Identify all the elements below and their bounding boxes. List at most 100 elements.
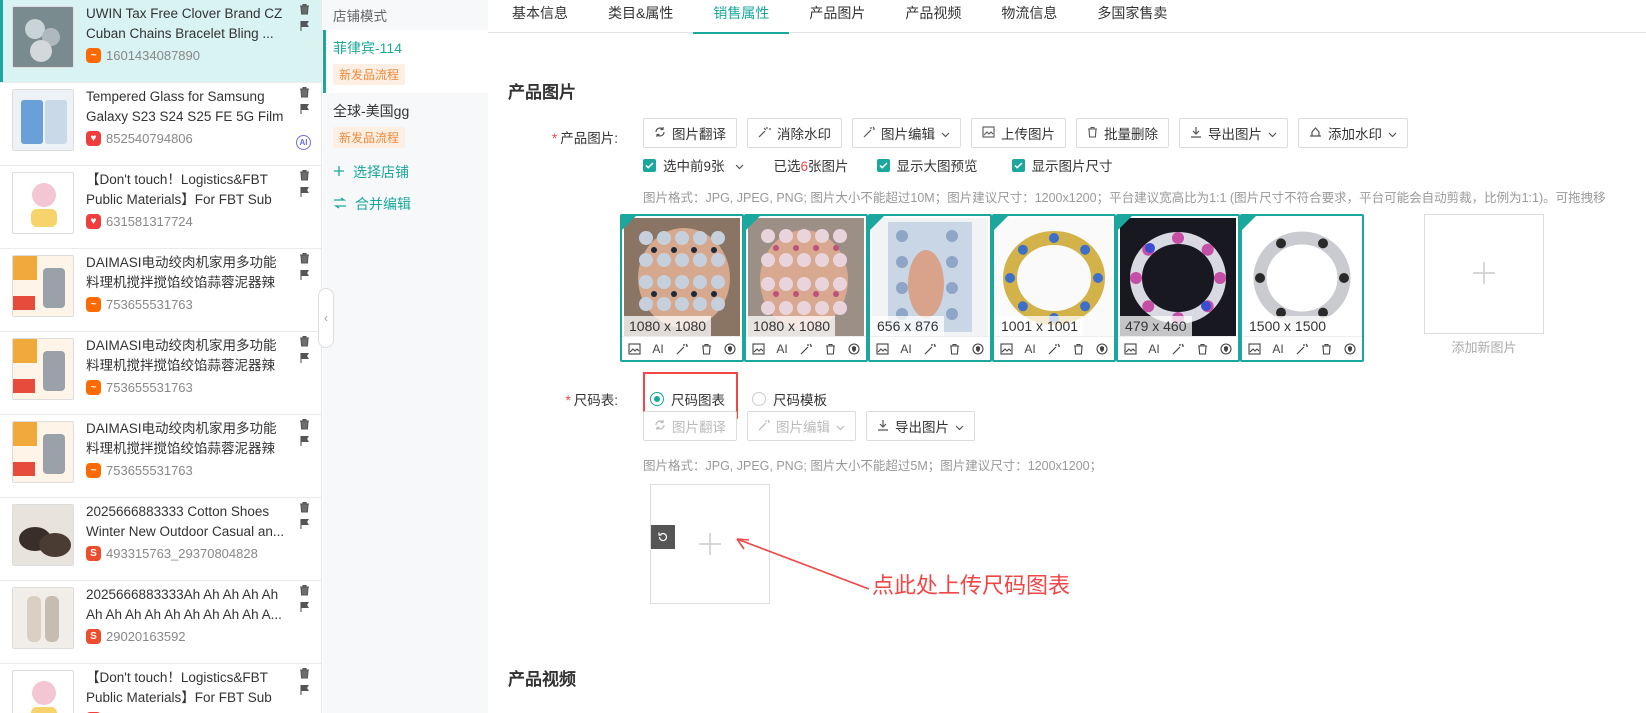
flag-icon[interactable] — [297, 102, 311, 116]
shield-icon[interactable] — [1216, 339, 1236, 359]
trash-icon[interactable] — [696, 339, 716, 359]
trash-icon[interactable] — [1068, 339, 1088, 359]
product-image-card[interactable]: 1080 x 1080 AI — [620, 214, 744, 362]
select-first-checkbox[interactable] — [643, 158, 656, 172]
tab-item[interactable]: 产品视频 — [885, 0, 981, 33]
product-thumbnail — [12, 587, 74, 649]
ai-icon[interactable]: AI — [1144, 339, 1164, 359]
image-toolbar-button[interactable]: 消除水印 — [747, 118, 842, 148]
product-image-card[interactable]: 1001 x 1001 AI — [992, 214, 1116, 362]
tab-item[interactable]: 基本信息 — [492, 0, 588, 33]
show-image-size-label[interactable]: 显示图片尺寸 — [1032, 155, 1113, 175]
show-large-preview-label[interactable]: 显示大图预览 — [897, 155, 978, 175]
size-translate-button[interactable]: 图片翻译 — [643, 411, 737, 441]
image-edit-icon[interactable] — [996, 339, 1016, 359]
image-toolbar-button[interactable]: 导出图片 — [1179, 118, 1288, 148]
flag-icon[interactable] — [297, 268, 311, 282]
image-toolbar-button[interactable]: 图片编辑 — [852, 118, 961, 148]
image-toolbar-button[interactable]: 上传图片 — [971, 118, 1066, 148]
shield-icon[interactable] — [844, 339, 864, 359]
trash-icon[interactable] — [297, 251, 311, 265]
flag-icon[interactable] — [297, 19, 311, 33]
tab-item[interactable]: 销售属性 — [693, 0, 790, 34]
shield-icon[interactable] — [720, 339, 740, 359]
flag-icon[interactable] — [297, 600, 311, 614]
ai-icon[interactable]: AI — [1268, 339, 1288, 359]
size-template-radio[interactable]: 尺码模板 — [752, 389, 827, 409]
trash-icon[interactable] — [297, 417, 311, 431]
magic-wand-icon[interactable] — [920, 339, 940, 359]
product-list-item[interactable]: DAIMASI电动绞肉机家用多功能料理机搅拌搅馅绞馅蒜蓉泥器辣椒 ~7536555… — [0, 249, 321, 332]
tab-item[interactable]: 多国家售卖 — [1077, 0, 1187, 33]
flag-icon[interactable] — [297, 351, 311, 365]
image-edit-icon[interactable] — [624, 339, 644, 359]
magic-wand-icon[interactable] — [1168, 339, 1188, 359]
trash-icon[interactable] — [297, 334, 311, 348]
image-edit-icon[interactable] — [872, 339, 892, 359]
flag-icon[interactable] — [297, 185, 311, 199]
flag-icon[interactable] — [297, 683, 311, 697]
ai-icon[interactable]: AI — [772, 339, 792, 359]
trash-icon[interactable] — [1192, 339, 1212, 359]
product-list-item[interactable]: Tempered Glass for Samsung Galaxy S23 S2… — [0, 83, 321, 166]
image-toolbar-button[interactable]: 批量删除 — [1076, 118, 1169, 148]
ai-icon[interactable]: AI — [1020, 339, 1040, 359]
product-list-item[interactable]: UWIN Tax Free Clover Brand CZ Cuban Chai… — [0, 0, 321, 83]
product-list-item[interactable]: 【Don't touch！Logistics&FBT Public Materi… — [0, 664, 321, 713]
tab-item[interactable]: 类目&属性 — [588, 0, 693, 33]
size-edit-button[interactable]: 图片编辑 — [747, 411, 856, 441]
flag-icon[interactable] — [297, 434, 311, 448]
show-image-size-checkbox[interactable] — [1011, 158, 1025, 172]
tab-item[interactable]: 物流信息 — [981, 0, 1077, 33]
image-edit-icon[interactable] — [1120, 339, 1140, 359]
image-toolbar-button[interactable]: 图片翻译 — [643, 118, 737, 148]
collapse-panel-button[interactable]: ‹ — [318, 288, 334, 348]
image-edit-icon[interactable] — [748, 339, 768, 359]
trash-icon[interactable] — [820, 339, 840, 359]
image-toolbar-button[interactable]: 添加水印 — [1298, 118, 1408, 148]
ai-icon[interactable]: AI — [648, 339, 668, 359]
store-panel: 店铺模式 菲律宾-114 新发品流程 全球-美国gg 新发品流程 选择店铺 合并编辑 — [323, 0, 488, 713]
product-image-card[interactable]: 656 x 876 AI — [868, 214, 992, 362]
magic-wand-icon[interactable] — [796, 339, 816, 359]
merge-edit-link[interactable]: 合并编辑 — [323, 188, 488, 220]
product-list-item[interactable]: DAIMASI电动绞肉机家用多功能料理机搅拌搅馅绞馅蒜蓉泥器辣椒 ~7536555… — [0, 332, 321, 415]
shield-icon[interactable] — [968, 339, 988, 359]
magic-wand-icon[interactable] — [672, 339, 692, 359]
image-tools: AI — [994, 336, 1114, 360]
select-first-label[interactable]: 选中前9张 — [663, 155, 725, 175]
trash-icon[interactable] — [297, 500, 311, 514]
store-item[interactable]: 全球-美国gg 新发品流程 — [323, 93, 488, 156]
product-list-item[interactable]: DAIMASI电动绞肉机家用多功能料理机搅拌搅馅绞馅蒜蓉泥器辣椒 ~7536555… — [0, 415, 321, 498]
flag-icon[interactable] — [297, 517, 311, 531]
add-image-button[interactable] — [1424, 214, 1544, 334]
store-item[interactable]: 菲律宾-114 新发品流程 — [323, 30, 488, 93]
rotate-icon[interactable] — [651, 525, 675, 549]
trash-icon[interactable] — [297, 583, 311, 597]
tab-item[interactable]: 产品图片 — [789, 0, 885, 33]
product-image-card[interactable]: 1080 x 1080 AI — [744, 214, 868, 362]
product-image-card[interactable]: 479 x 460 AI — [1116, 214, 1240, 362]
size-chart-radio[interactable]: 尺码图表 — [650, 389, 725, 409]
shield-icon[interactable] — [1092, 339, 1112, 359]
show-large-preview-checkbox[interactable] — [876, 158, 890, 172]
image-edit-icon[interactable] — [1244, 339, 1264, 359]
magic-wand-icon[interactable] — [1292, 339, 1312, 359]
trash-icon[interactable] — [1316, 339, 1336, 359]
trash-icon[interactable] — [944, 339, 964, 359]
trash-icon[interactable] — [297, 2, 311, 16]
shield-icon[interactable] — [1340, 339, 1360, 359]
product-list-item[interactable]: 2025666883333Ah Ah Ah Ah Ah Ah Ah Ah Ah … — [0, 581, 321, 664]
select-store-link[interactable]: 选择店铺 — [323, 156, 488, 188]
ai-badge-icon[interactable]: AI — [296, 135, 311, 150]
select-first-dropdown-icon[interactable] — [735, 158, 744, 173]
magic-wand-icon[interactable] — [1044, 339, 1064, 359]
trash-icon[interactable] — [297, 666, 311, 680]
ai-icon[interactable]: AI — [896, 339, 916, 359]
product-list-item[interactable]: 【Don't touch！Logistics&FBT Public Materi… — [0, 166, 321, 249]
product-image-card[interactable]: 1500 x 1500 AI — [1240, 214, 1364, 362]
trash-icon[interactable] — [297, 85, 311, 99]
product-list-item[interactable]: 2025666883333 Cotton Shoes Winter New Ou… — [0, 498, 321, 581]
size-export-button[interactable]: 导出图片 — [866, 411, 975, 441]
trash-icon[interactable] — [297, 168, 311, 182]
